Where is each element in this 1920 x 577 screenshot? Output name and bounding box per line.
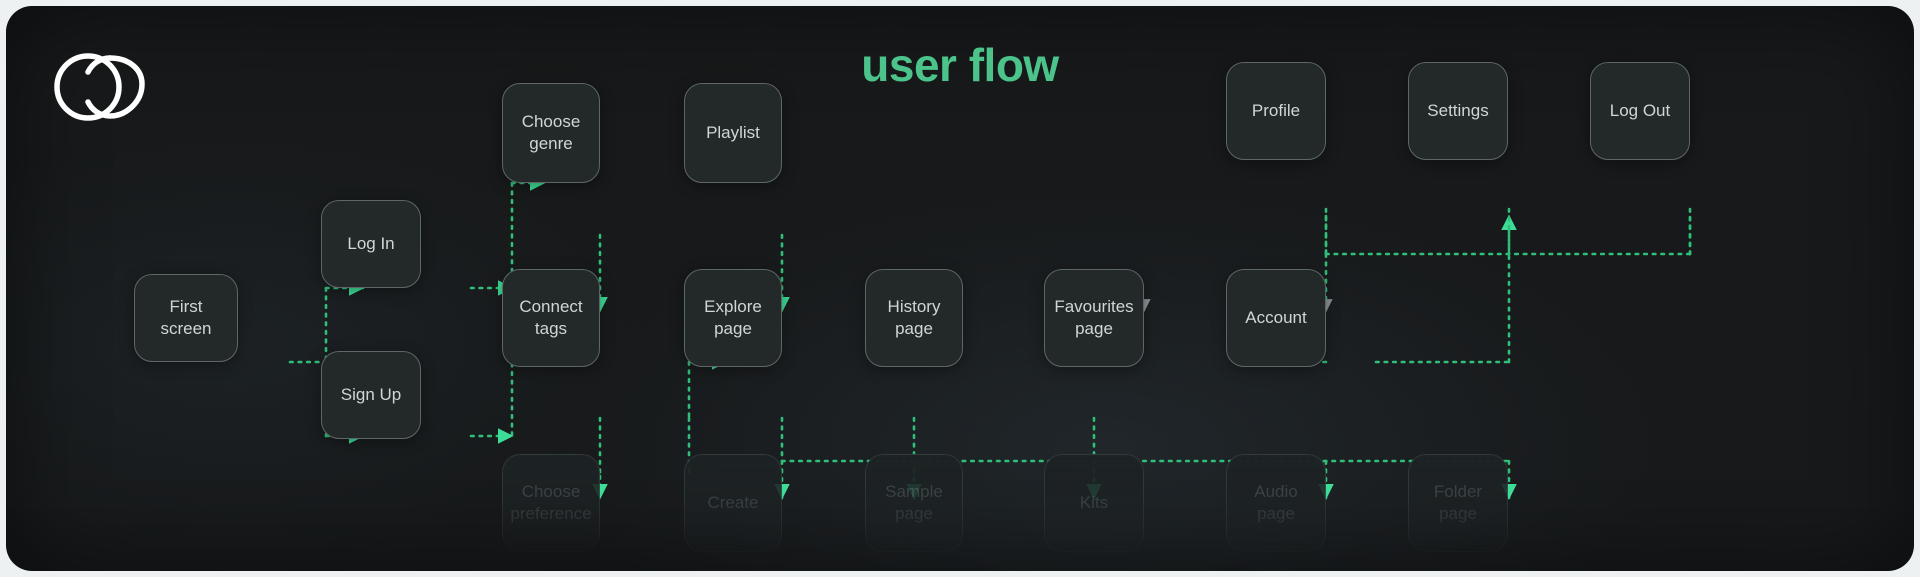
flow-node-label: Create — [707, 493, 759, 512]
flow-node-sign-up[interactable]: Sign Up — [321, 351, 421, 439]
flow-node-create[interactable]: Create — [684, 454, 782, 552]
flow-node-label: Audio page — [1254, 482, 1298, 523]
flow-node-sample-page[interactable]: Sample page — [865, 454, 963, 552]
page-title: user flow — [861, 39, 1059, 91]
flow-node-label: Connect tags — [519, 297, 583, 338]
flow-node-label: Choose genre — [521, 112, 581, 153]
flow-canvas[interactable]: user flow First screen Log In Sign Up Ch… — [6, 6, 1914, 571]
flow-node-label: Account — [1245, 308, 1307, 327]
flow-node-label: Kits — [1079, 493, 1109, 512]
flow-node-label: Choose preference — [510, 482, 592, 523]
flow-node-connect-tags[interactable]: Connect tags — [502, 269, 600, 367]
flow-node-account[interactable]: Account — [1226, 269, 1326, 367]
flow-node-playlist[interactable]: Playlist — [684, 83, 782, 183]
flow-node-explore-page[interactable]: Explore page — [684, 269, 782, 367]
flow-node-label: Log In — [347, 234, 395, 253]
flow-node-first-screen[interactable]: First screen — [134, 274, 238, 362]
flow-node-label: Folder page — [1433, 482, 1483, 523]
flow-node-label: Profile — [1251, 101, 1301, 120]
flow-node-choose-preference[interactable]: Choose preference — [502, 454, 600, 552]
flow-node-audio-page[interactable]: Audio page — [1226, 454, 1326, 552]
flow-node-label: Favourites page — [1054, 297, 1134, 338]
flow-node-kits[interactable]: Kits — [1044, 454, 1144, 552]
flow-node-label: Log Out — [1609, 101, 1671, 120]
flow-node-label: Settings — [1427, 101, 1489, 120]
flow-node-label: First screen — [160, 297, 212, 338]
flow-node-favourites-page[interactable]: Favourites page — [1044, 269, 1144, 367]
flow-node-folder-page[interactable]: Folder page — [1408, 454, 1508, 552]
flow-node-label: Explore page — [704, 297, 762, 338]
flow-node-label: Playlist — [706, 123, 760, 142]
flow-node-history-page[interactable]: History page — [865, 269, 963, 367]
flow-node-label: History page — [887, 297, 941, 338]
flow-node-label: Sign Up — [340, 385, 402, 404]
flow-node-label: Sample page — [885, 482, 943, 523]
user-flow-screenshot: user flow First screen Log In Sign Up Ch… — [0, 0, 1920, 577]
flow-node-log-in[interactable]: Log In — [321, 200, 421, 288]
flow-node-choose-genre[interactable]: Choose genre — [502, 83, 600, 183]
